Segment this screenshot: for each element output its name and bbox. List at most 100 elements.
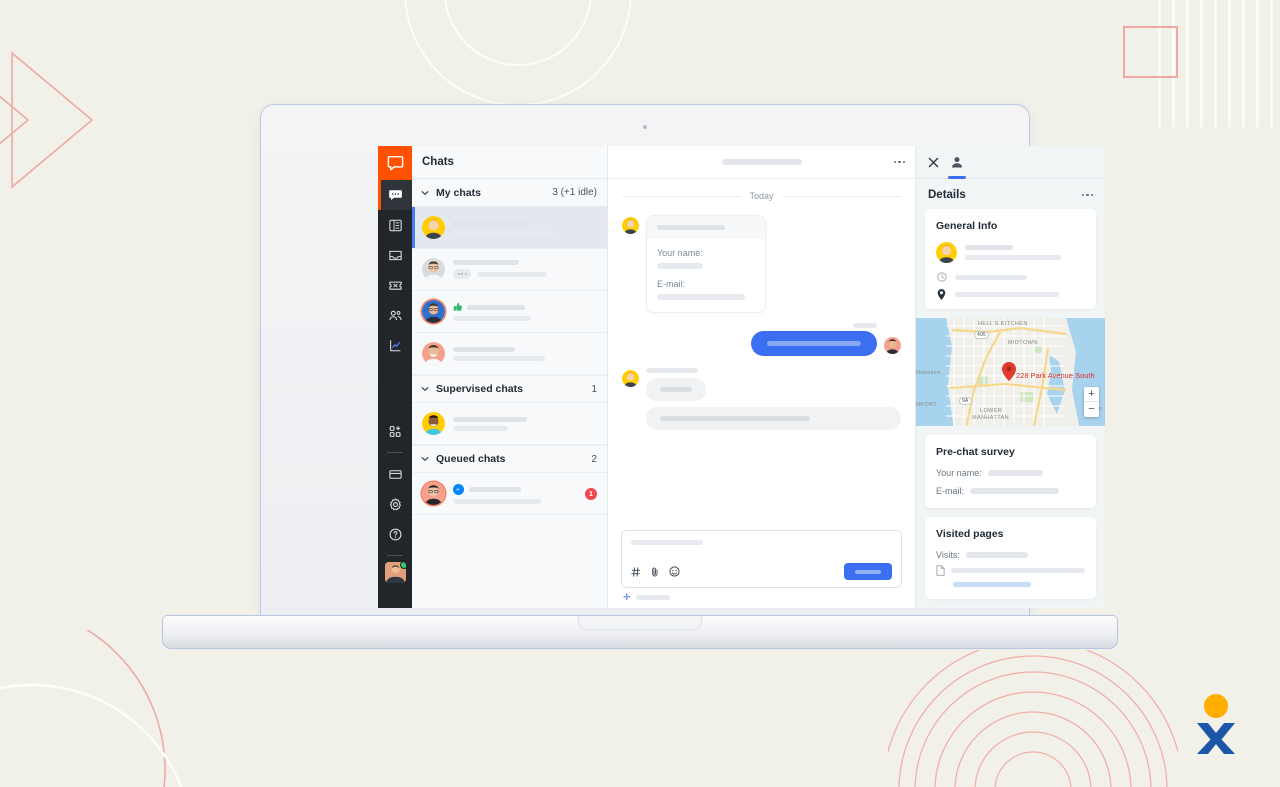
send-button-label-placeholder: [855, 569, 881, 574]
chat-preview-lines: [453, 302, 597, 321]
add-tag-plus-icon[interactable]: ✛: [623, 593, 631, 602]
prechat-survey-name-row: Your name:: [936, 468, 1085, 478]
chat-row[interactable]: 1: [412, 473, 607, 515]
prechat-survey-email-label: E-mail:: [936, 486, 965, 496]
avatar: [422, 482, 445, 505]
map-label: Hoboken: [916, 370, 941, 376]
chat-row[interactable]: [412, 333, 607, 375]
unread-badge: 1: [585, 487, 597, 500]
visits-label: Visits:: [936, 550, 960, 560]
avatar: [622, 217, 639, 234]
message-text-placeholder: [660, 387, 692, 392]
prechat-name-label: Your name:: [657, 248, 703, 258]
details-tab-close[interactable]: [928, 146, 939, 179]
sidebar-item-chats[interactable]: [378, 180, 412, 210]
chat-name-placeholder: [453, 220, 527, 226]
map-zoom-in-button[interactable]: +: [1084, 387, 1099, 402]
laptop-base: [162, 615, 1118, 649]
square-outline-decoration: [1123, 26, 1178, 78]
thumbs-up-icon: [453, 302, 463, 312]
sidebar-item-tickets[interactable]: [378, 270, 412, 300]
visited-page-url-placeholder[interactable]: [953, 582, 1031, 587]
sidebar-item-help[interactable]: [378, 519, 412, 549]
triangle-arrows-decoration: [0, 45, 100, 195]
message-list: Today Your name: E-mail:: [608, 179, 915, 530]
prechat-form-title-placeholder: [657, 225, 725, 230]
map-zoom-out-button[interactable]: −: [1084, 402, 1099, 417]
separator-rule-left: [622, 195, 742, 197]
sidebar-item-apps[interactable]: [378, 416, 412, 446]
chat-list-panel: Chats My chats 3 (+1 idle) Supervised ch…: [412, 146, 608, 608]
prechat-name-value: [657, 263, 703, 269]
message-text-placeholder: [660, 416, 810, 421]
laptop-base-notch: [578, 616, 702, 630]
visit-time-row: [936, 272, 1085, 282]
more-options-icon[interactable]: [1081, 193, 1093, 197]
general-info-card: General Info: [925, 209, 1096, 309]
chat-name-placeholder: [453, 416, 527, 422]
prechat-form-body: Your name: E-mail:: [647, 239, 765, 312]
sidebar-item-settings[interactable]: [378, 489, 412, 519]
attachment-clip-icon[interactable]: [650, 567, 660, 577]
location-row: [936, 289, 1085, 300]
details-title: Details: [928, 189, 966, 201]
sidebar-item-archives[interactable]: [378, 210, 412, 240]
day-separator-label: Today: [749, 191, 774, 201]
chat-name-placeholder: [469, 486, 521, 492]
laptop-lid: Chats My chats 3 (+1 idle) Supervised ch…: [260, 104, 1105, 621]
chat-group-header-queued-chats[interactable]: Queued chats 2: [412, 445, 607, 473]
agent-avatar[interactable]: [384, 562, 406, 583]
customer-location-map[interactable]: HELL'S KITCHEN MIDTOWN Hoboken LOWER MAN…: [916, 318, 1105, 426]
laptop-camera-icon: [643, 125, 647, 129]
message-incoming: [622, 368, 901, 430]
message-input-placeholder[interactable]: [631, 540, 703, 545]
avatar: [422, 216, 445, 239]
visited-page-title-placeholder: [951, 568, 1085, 573]
composer-toolbar: [631, 563, 892, 580]
chat-list-header: Chats: [412, 146, 607, 179]
chat-preview-lines: [453, 416, 597, 431]
sidebar-item-team[interactable]: [378, 300, 412, 330]
chat-group-header-my-chats[interactable]: My chats 3 (+1 idle): [412, 179, 607, 207]
prechat-survey-email-row: E-mail:: [936, 486, 1085, 496]
chat-preview-lines: [453, 346, 597, 361]
visited-page-row[interactable]: [936, 565, 1085, 576]
prechat-survey-name-label: Your name:: [936, 468, 982, 478]
chat-message-placeholder: [453, 229, 553, 235]
map-label: NPORT: [916, 402, 938, 408]
canned-response-hash-icon[interactable]: [631, 566, 641, 577]
chat-group-count: 1: [591, 383, 597, 395]
location-placeholder: [955, 292, 1059, 297]
livechat-app-window: Chats My chats 3 (+1 idle) Supervised ch…: [378, 146, 1105, 608]
emoji-smile-icon[interactable]: [669, 566, 680, 577]
prechat-survey-name-value: [987, 470, 1043, 476]
highway-shield-9a: 9A: [959, 397, 972, 405]
chat-row[interactable]: [412, 207, 607, 249]
map-zoom-controls[interactable]: + −: [1084, 387, 1099, 417]
prechat-form-header: [647, 216, 765, 239]
location-pin-icon: [936, 289, 947, 300]
map-label: HELL'S KITCHEN: [978, 321, 1028, 327]
more-options-icon[interactable]: [893, 160, 905, 164]
message-timestamp-placeholder: [853, 323, 877, 328]
sidebar-item-billing[interactable]: [378, 459, 412, 489]
chat-row[interactable]: [412, 291, 607, 333]
incoming-bubble-long: [646, 407, 901, 430]
livechat-logo[interactable]: [378, 146, 412, 180]
sidebar-item-reports[interactable]: [378, 330, 412, 360]
chat-row[interactable]: [412, 249, 607, 291]
sidebar-divider: [387, 452, 403, 453]
visits-row: Visits:: [936, 550, 1085, 560]
details-tabs: [916, 146, 1105, 179]
message-composer: ✛: [608, 530, 915, 608]
chat-group-header-supervised-chats[interactable]: Supervised chats 1: [412, 375, 607, 403]
send-button[interactable]: [844, 563, 892, 580]
details-tab-customer[interactable]: [948, 146, 966, 179]
customer-name-lines: [965, 245, 1085, 260]
page-document-icon: [936, 565, 945, 576]
composer-footer[interactable]: ✛: [621, 588, 902, 602]
sidebar-item-inbox[interactable]: [378, 240, 412, 270]
chevron-down-icon: [421, 455, 429, 463]
chat-row[interactable]: [412, 403, 607, 445]
composer-box[interactable]: [621, 530, 902, 588]
